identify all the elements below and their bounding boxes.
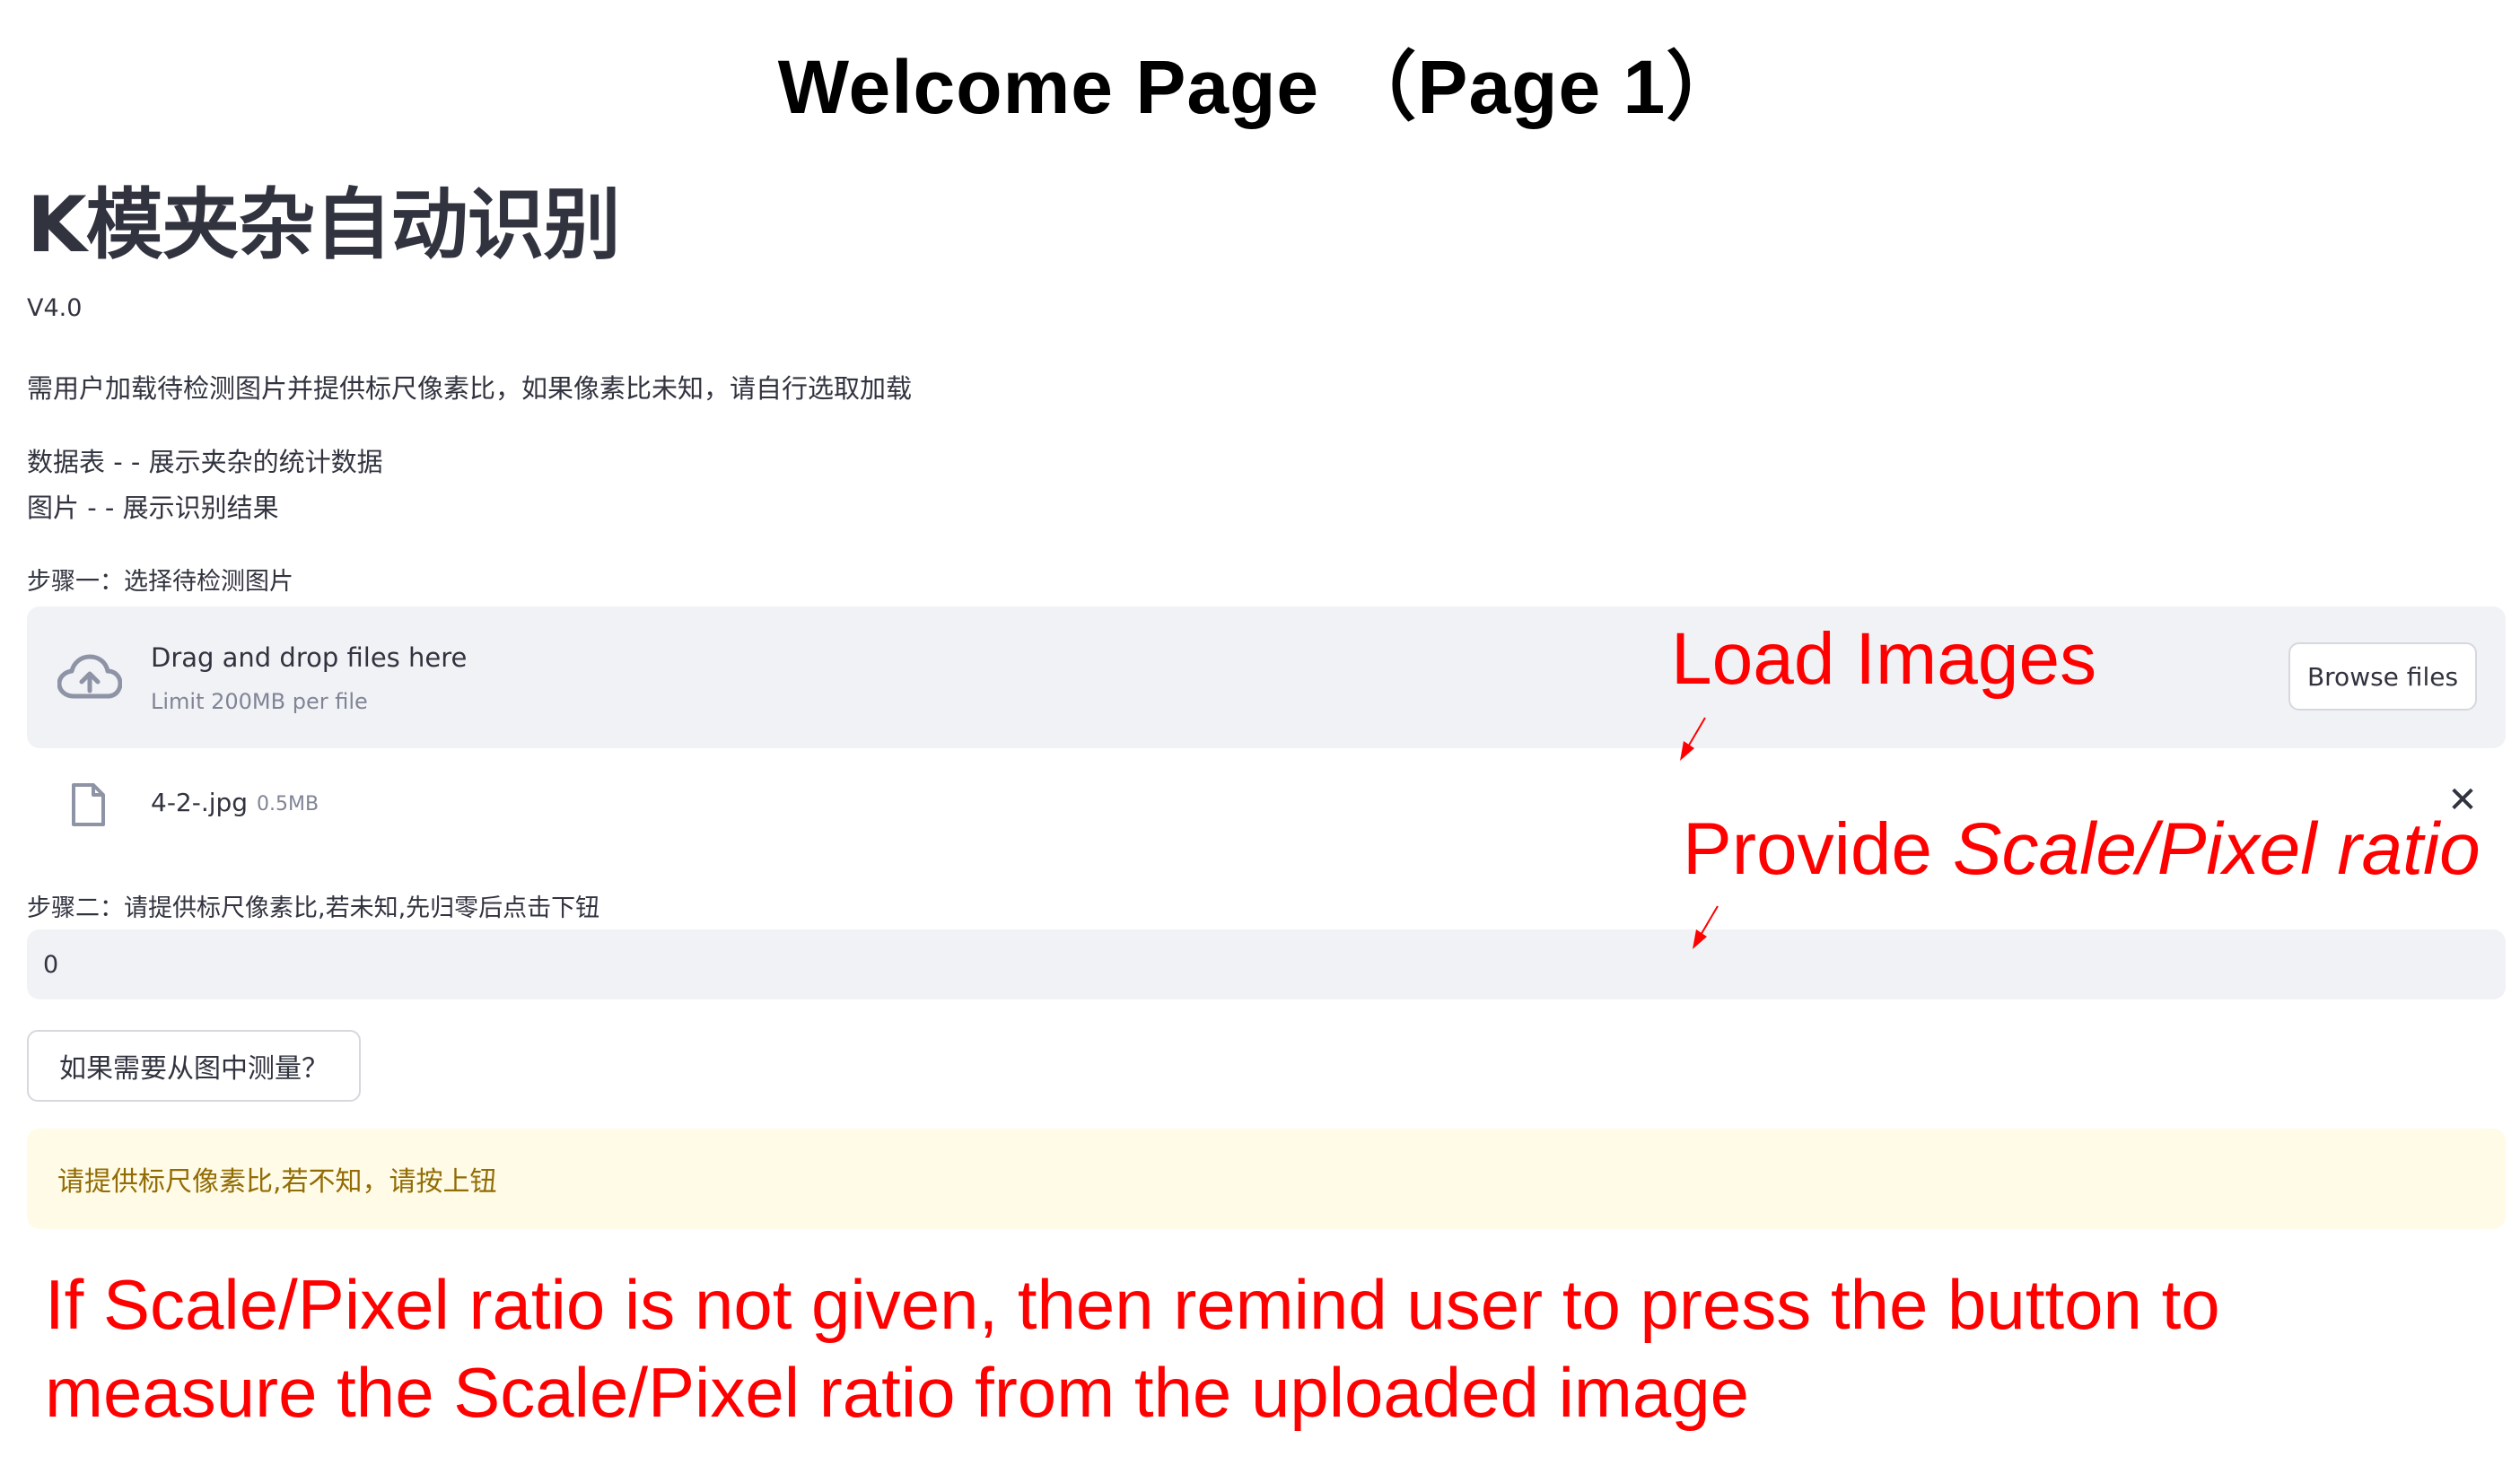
uploaded-file-name: 4-2-.jpg [151,788,249,817]
arrow-load-images [1680,717,1706,761]
info-line-image: 图片 - - 展示识别结果 [27,493,279,523]
annotation-bottom-note: If Scale/Pixel ratio is not given, then … [45,1260,2504,1436]
step1-label: 步骤一：选择待检测图片 [27,568,293,596]
warning-alert: 请提供标尺像素比,若不知，请按上钮 [27,1129,2506,1229]
warning-text: 请提供标尺像素比,若不知，请按上钮 [57,1166,497,1198]
annotation-bottom-line2: measure the Scale/Pixel ratio from the u… [45,1353,1750,1432]
step2-label: 步骤二：请提供标尺像素比,若未知,先归零后点击下钮 [27,894,600,922]
dropzone-instructions: Drag and drop files here [151,642,468,673]
version-label: V4.0 [27,294,83,322]
file-dropzone[interactable] [27,606,2506,748]
cloud-upload-icon [57,654,122,699]
info-line-table: 数据表 - - 展示夹杂的统计数据 [27,447,383,477]
annotation-bottom-line1: If Scale/Pixel ratio is not given, then … [45,1265,2220,1344]
scale-ratio-input[interactable] [27,929,2506,999]
slide-title: Welcome Page （Page 1） [777,45,1743,129]
annotation-load-images: Load Images [1671,618,2097,700]
annotation-provide-scale: Provide Scale/Pixel ratio [1683,807,2481,892]
arrow-provide-scale [1693,905,1719,949]
measure-from-image-button[interactable]: 如果需要从图中测量？ [27,1030,361,1102]
annotation-provide-italic: Scale/Pixel ratio [1952,808,2481,890]
uploaded-file-size: 0.5MB [257,793,319,815]
annotation-provide-prefix: Provide [1683,808,1953,890]
browse-files-button[interactable]: Browse files [2288,642,2477,711]
description-text: 需用户加载待检测图片并提供标尺像素比，如果像素比未知，请自行选取加载 [27,373,913,404]
app-title: K模夹杂自动识别 [27,180,621,270]
dropzone-limit: Limit 200MB per file [151,689,368,714]
file-icon [72,783,105,826]
